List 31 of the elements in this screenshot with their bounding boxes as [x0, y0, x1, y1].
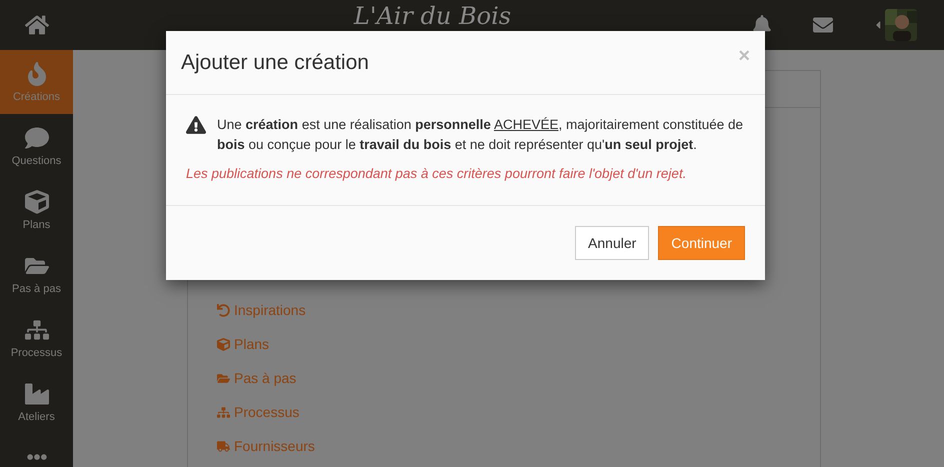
- folder-icon: [217, 372, 230, 384]
- undo-arrow-icon: [217, 304, 230, 316]
- panel-link[interactable]: Plans: [217, 334, 820, 354]
- mail-icon[interactable]: [812, 15, 834, 35]
- home-icon[interactable]: [24, 13, 48, 37]
- warning-icon: [186, 116, 206, 134]
- panel-link[interactable]: Inspirations: [217, 300, 820, 320]
- close-button[interactable]: ×: [738, 46, 750, 66]
- hierarchy-icon: [24, 318, 48, 342]
- question-bubble-icon: [24, 126, 48, 150]
- factory-icon: [24, 382, 48, 406]
- dialog-title: Ajouter une création: [181, 50, 369, 76]
- sidebar-item[interactable]: Processus: [0, 306, 73, 371]
- sidebar-item[interactable]: Ateliers: [0, 370, 73, 436]
- site-logo[interactable]: L'Air du Bois: [354, 2, 512, 30]
- sidebar-item[interactable]: Pas à pas: [0, 242, 73, 307]
- caret-icon[interactable]: [874, 19, 882, 31]
- cancel-button[interactable]: Annuler: [575, 226, 650, 260]
- hierarchy-icon: [217, 406, 230, 418]
- panel-link[interactable]: Pas à pas: [217, 368, 820, 388]
- cube-icon: [24, 190, 48, 214]
- sidebar-item[interactable]: Plans: [0, 178, 73, 243]
- continue-button[interactable]: Continuer: [658, 226, 745, 260]
- description-text: Une création est une réalisation personnelle ACHEVÉE, majoritairement constituée de bois ou conçue pour le travail du bois et ne doit représenter qu'un seul projet.: [217, 116, 744, 154]
- panel-link[interactable]: Fournisseurs: [217, 436, 820, 456]
- sidebar-item[interactable]: Questions: [0, 114, 73, 178]
- truck-icon: [217, 440, 230, 452]
- cube-icon: [217, 338, 230, 350]
- warning-text: Les publications ne correspondant pas à ces critères pourront faire l'objet d'un rejet.: [186, 165, 688, 183]
- sidebar-item[interactable]: Créations: [0, 50, 73, 114]
- panel-link[interactable]: Processus: [217, 402, 820, 422]
